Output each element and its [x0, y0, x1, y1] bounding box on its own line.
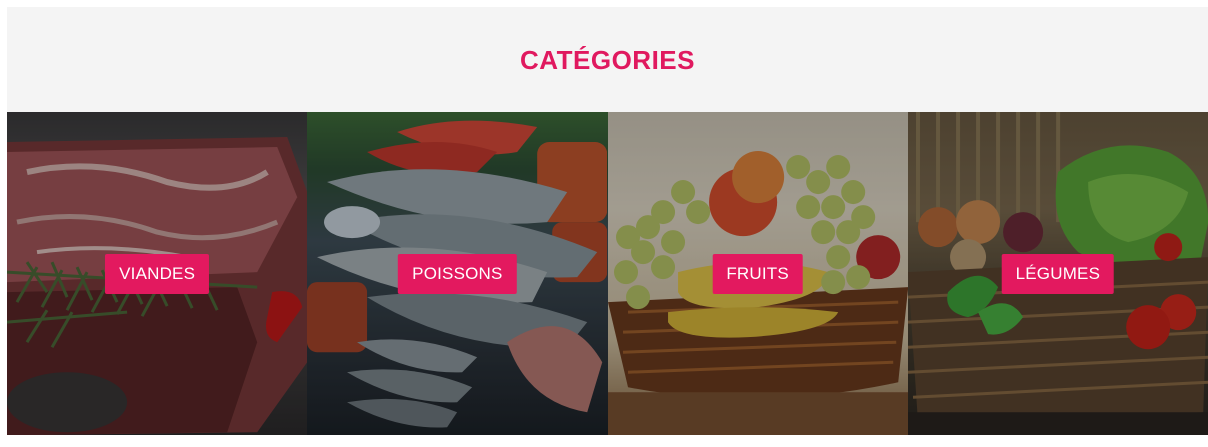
category-grid: VIANDES POISSONS FRUITS LÉGUMES: [7, 112, 1208, 435]
category-label: LÉGUMES: [1001, 253, 1115, 294]
category-tile-viandes[interactable]: VIANDES: [7, 112, 308, 435]
section-title: CATÉGORIES: [520, 45, 695, 75]
category-tile-legumes[interactable]: LÉGUMES: [907, 112, 1208, 435]
category-label: POISSONS: [398, 253, 517, 294]
categories-section: CATÉGORIES VIANDES POISSONS FRUITS LÉGUM…: [7, 7, 1208, 435]
category-label: VIANDES: [105, 253, 210, 294]
category-label: FRUITS: [712, 253, 803, 294]
category-tile-poissons[interactable]: POISSONS: [307, 112, 608, 435]
category-tile-fruits[interactable]: FRUITS: [607, 112, 908, 435]
